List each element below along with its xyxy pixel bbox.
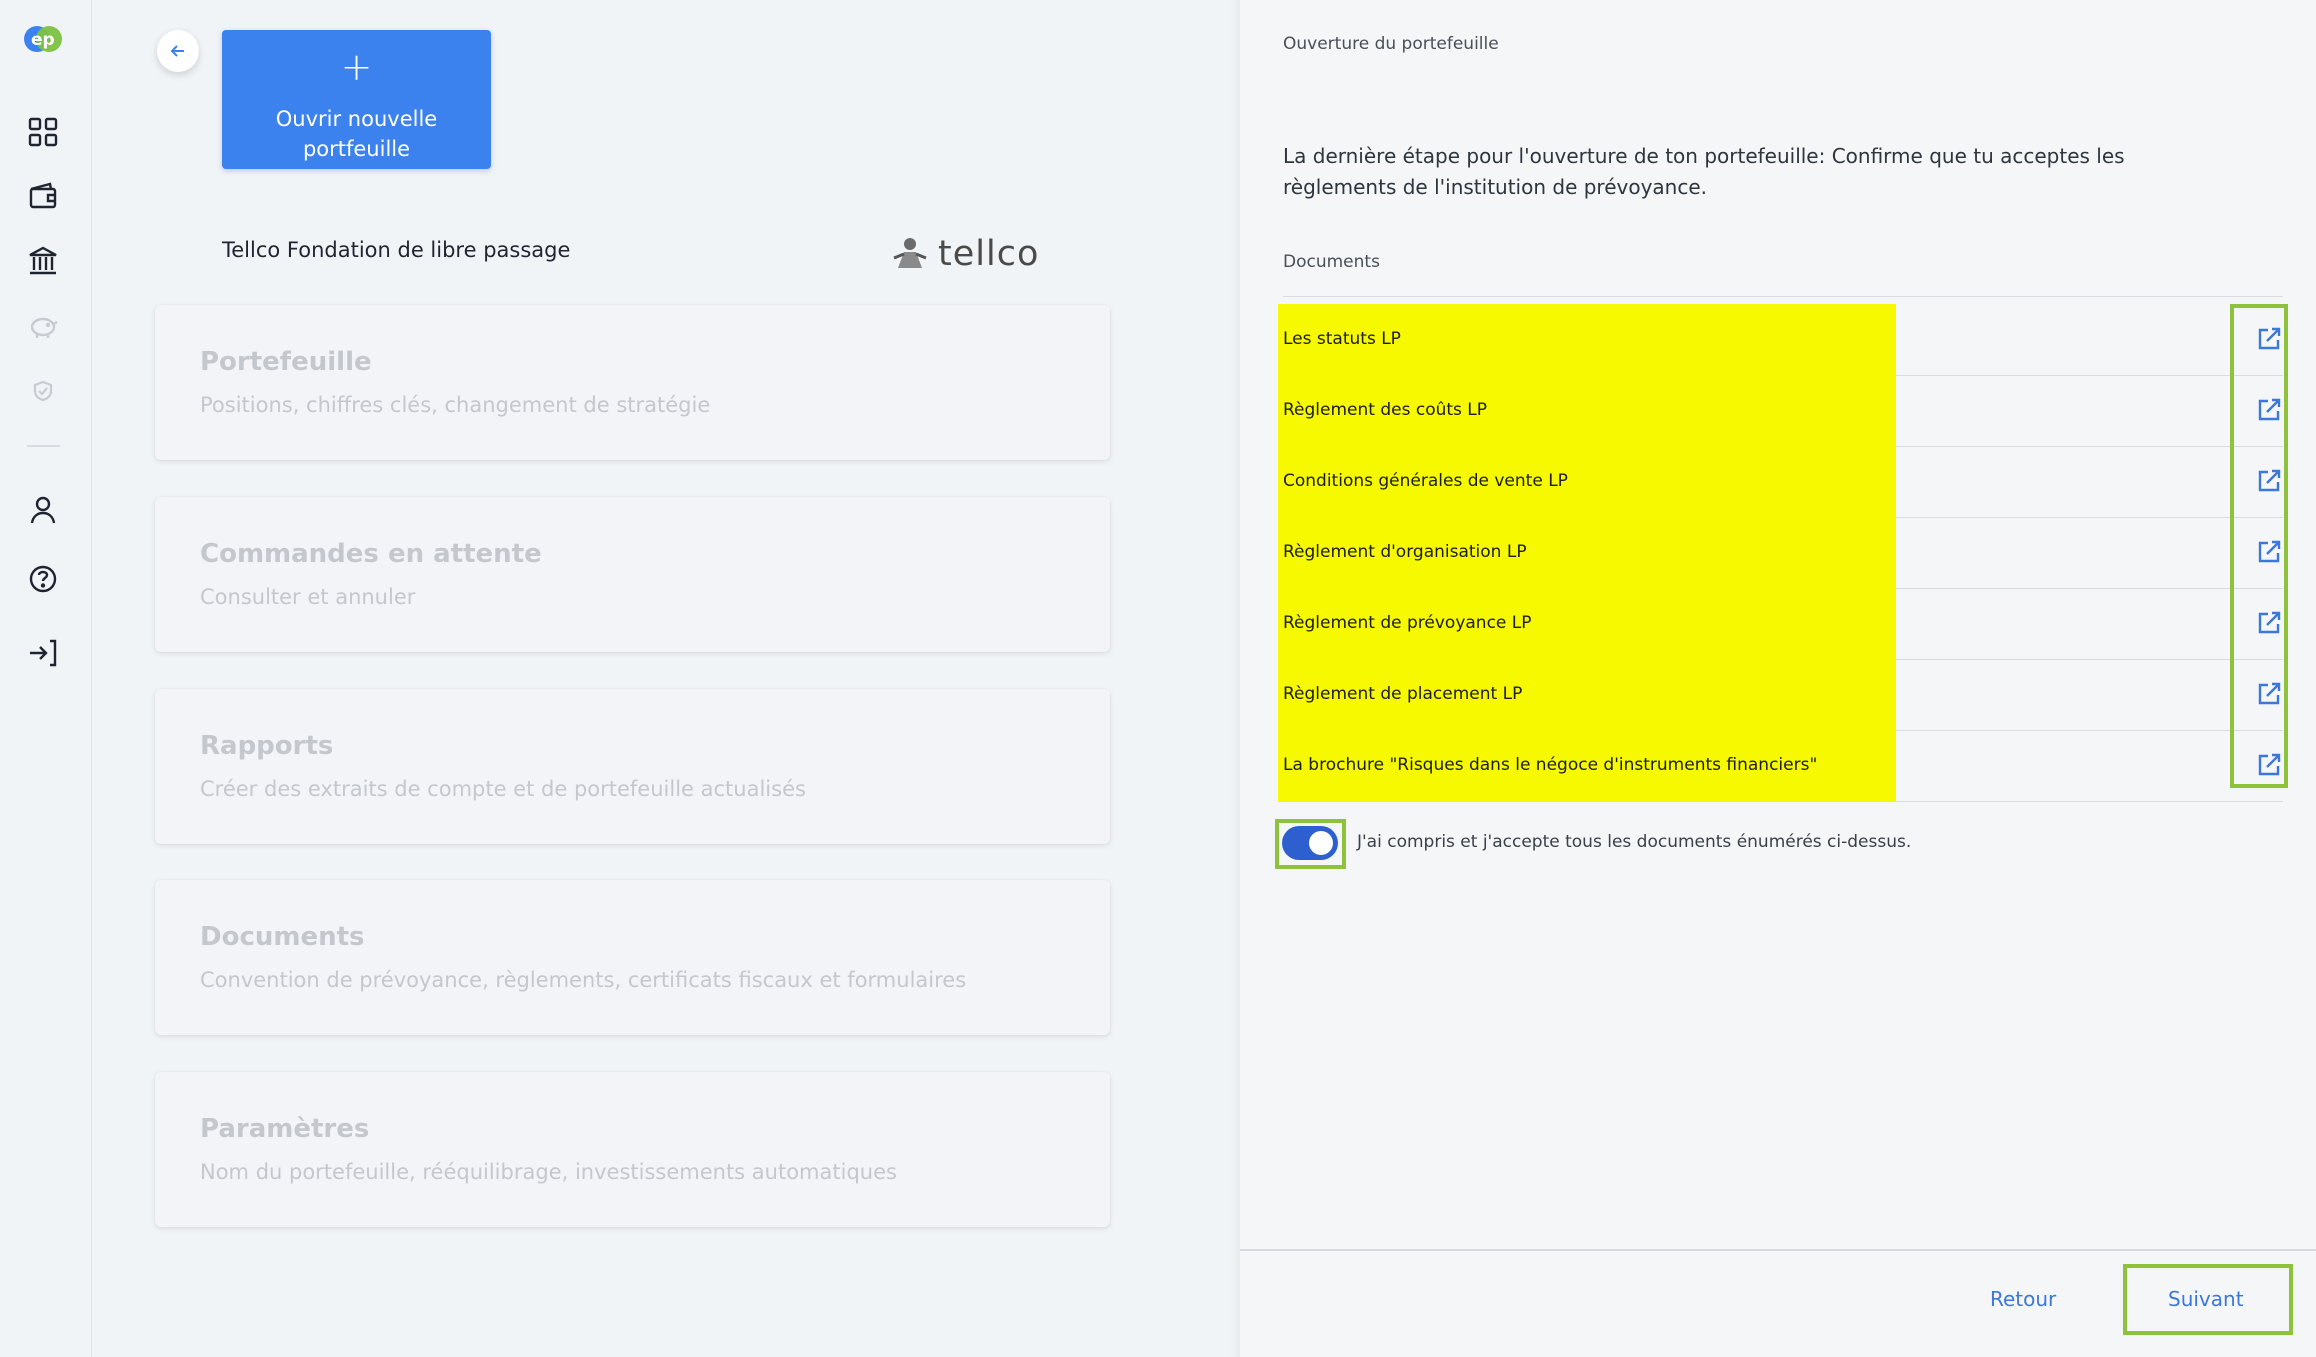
back-link-button[interactable]: Retour <box>1990 1287 2056 1311</box>
document-row: Conditions générales de vente LP <box>1278 446 2283 518</box>
card-documents[interactable]: Documents Convention de prévoyance, règl… <box>155 880 1110 1035</box>
document-row: Les statuts LP <box>1278 304 2283 376</box>
card-subtitle: Convention de prévoyance, règlements, ce… <box>200 968 967 992</box>
panel-intro: La dernière étape pour l'ouverture de to… <box>1283 144 2125 199</box>
plus-icon: + <box>340 45 373 89</box>
tellco-logo: tellco <box>888 230 1038 280</box>
document-label: Règlement d'organisation LP <box>1283 542 1527 562</box>
accept-label: J'ai compris et j'accepte tous les docum… <box>1357 832 1912 852</box>
arrow-left-icon <box>170 45 184 57</box>
document-label: Règlement des coûts LP <box>1283 400 1488 420</box>
card-subtitle: Positions, chiffres clés, changement de … <box>200 393 711 417</box>
card-subtitle: Créer des extraits de compte et de porte… <box>200 777 806 801</box>
document-label: Règlement de placement LP <box>1283 684 1523 704</box>
shield-icon[interactable] <box>24 372 62 410</box>
document-label: La brochure "Risques dans le négoce d'in… <box>1283 755 1818 775</box>
sidebar-separator <box>27 445 60 447</box>
user-icon[interactable] <box>24 491 62 529</box>
document-row: Règlement des coûts LP <box>1278 375 2283 447</box>
card-portefeuille[interactable]: Portefeuille Positions, chiffres clés, c… <box>155 305 1110 460</box>
card-rapports[interactable]: Rapports Créer des extraits de compte et… <box>155 689 1110 844</box>
toggle-knob <box>1309 831 1333 855</box>
card-title: Portefeuille <box>200 347 372 377</box>
card-parametres[interactable]: Paramètres Nom du portefeuille, rééquili… <box>155 1072 1110 1227</box>
help-icon[interactable] <box>24 560 62 598</box>
open-new-portfolio-button[interactable]: + Ouvrir nouvelle portfeuille <box>222 30 491 169</box>
links-annotation-frame <box>2230 304 2288 788</box>
accept-toggle[interactable] <box>1282 826 1338 860</box>
document-label: Conditions générales de vente LP <box>1283 471 1568 491</box>
footer-divider <box>1240 1249 2316 1251</box>
card-commandes[interactable]: Commandes en attente Consulter et annule… <box>155 497 1110 652</box>
svg-text:ep: ep <box>31 30 55 50</box>
portfolio-opening-panel: Ouverture du portefeuille La dernière ét… <box>1240 0 2316 1357</box>
piggy-bank-icon[interactable] <box>24 307 62 345</box>
document-label: Les statuts LP <box>1283 329 1401 349</box>
wallet-icon[interactable] <box>24 177 62 215</box>
back-button[interactable] <box>157 30 199 72</box>
app-logo[interactable]: ep <box>22 24 64 54</box>
document-row: La brochure "Risques dans le négoce d'in… <box>1278 730 2283 802</box>
sidebar: ep <box>0 0 92 1357</box>
tellco-logo-text: tellco <box>938 234 1040 274</box>
documents-divider <box>1283 296 2283 297</box>
card-subtitle: Consulter et annuler <box>200 585 416 609</box>
document-row: Règlement de prévoyance LP <box>1278 588 2283 660</box>
next-button[interactable]: Suivant <box>2168 1287 2244 1311</box>
card-title: Documents <box>200 922 365 952</box>
document-row: Règlement d'organisation LP <box>1278 517 2283 589</box>
panel-title: Ouverture du portefeuille <box>1283 34 1499 54</box>
tellco-mascot-icon <box>893 238 927 268</box>
document-row: Règlement de placement LP <box>1278 659 2283 731</box>
logout-icon[interactable] <box>24 634 62 672</box>
dashboard-icon[interactable] <box>24 113 62 151</box>
panel-divider <box>1230 0 1240 1357</box>
bank-icon[interactable] <box>24 242 62 280</box>
open-new-portfolio-label: Ouvrir nouvelle portfeuille <box>275 107 438 161</box>
documents-header: Documents <box>1283 252 1380 272</box>
foundation-name: Tellco Fondation de libre passage <box>222 238 571 262</box>
card-title: Rapports <box>200 731 334 761</box>
card-title: Commandes en attente <box>200 539 542 569</box>
document-label: Règlement de prévoyance LP <box>1283 613 1532 633</box>
card-title: Paramètres <box>200 1114 370 1144</box>
card-subtitle: Nom du portefeuille, rééquilibrage, inve… <box>200 1160 897 1184</box>
